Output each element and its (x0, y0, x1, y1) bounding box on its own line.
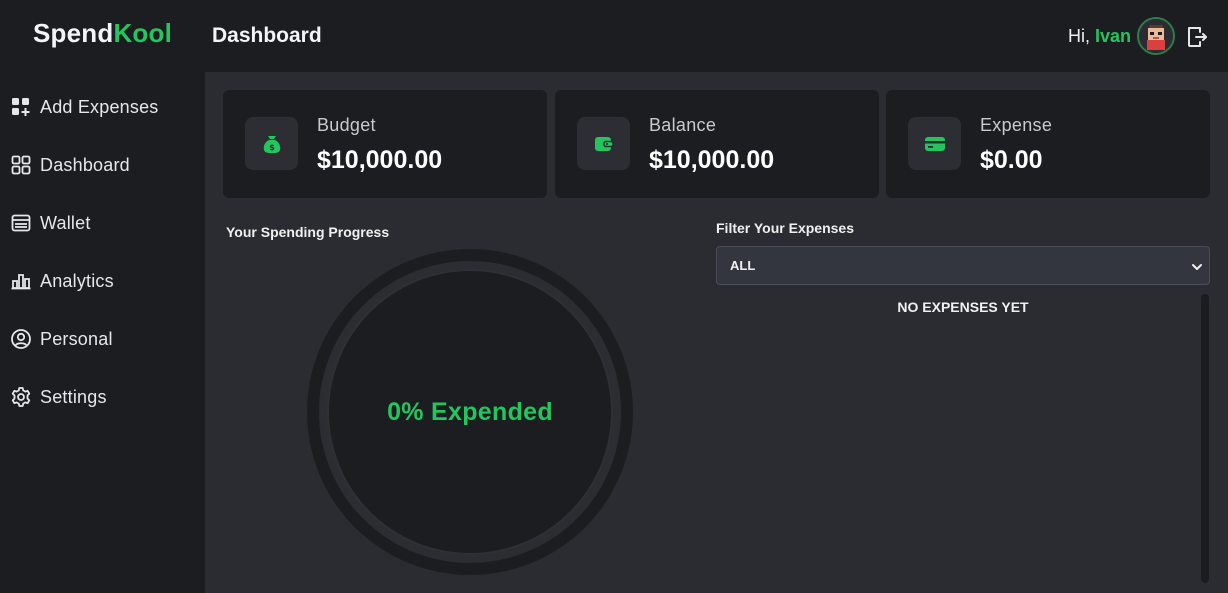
user-greeting: Hi, Ivan (1068, 26, 1131, 47)
sidebar-item-personal[interactable]: Personal (10, 324, 200, 354)
balance-card: Balance $10,000.00 (555, 90, 879, 198)
empty-expenses-message: NO EXPENSES YET (897, 299, 1029, 315)
gear-icon (10, 386, 32, 408)
sidebar: Add Expenses Dashboard Wallet Analytics … (0, 72, 205, 593)
spending-progress-title: Your Spending Progress (226, 224, 390, 240)
sidebar-item-label: Wallet (40, 212, 91, 233)
budget-label: Budget (317, 115, 376, 135)
logo-main-text: Spend (33, 18, 114, 48)
budget-value: $10,000.00 (317, 146, 443, 174)
sidebar-item-add-expenses[interactable]: Add Expenses (10, 92, 200, 122)
expense-label: Expense (980, 115, 1053, 135)
greeting-text: Hi, (1068, 26, 1095, 46)
sidebar-item-wallet[interactable]: Wallet (10, 208, 200, 238)
logo-accent-text: Kool (113, 18, 173, 48)
wallet-icon (10, 212, 32, 234)
expense-card: Expense $0.00 (886, 90, 1210, 198)
sidebar-item-analytics[interactable]: Analytics (10, 266, 200, 296)
sidebar-item-label: Analytics (40, 270, 114, 291)
filter-expenses-title: Filter Your Expenses (716, 220, 854, 236)
sidebar-item-dashboard[interactable]: Dashboard (10, 150, 200, 180)
balance-label: Balance (649, 115, 717, 135)
chevron-down-icon (1191, 260, 1203, 272)
expenses-scrollbar[interactable] (1201, 294, 1209, 583)
expense-value: $0.00 (980, 146, 1043, 174)
money-bag-icon: $ (245, 117, 298, 170)
user-name: Ivan (1095, 26, 1132, 46)
budget-card: $ Budget $10,000.00 (223, 90, 547, 198)
sidebar-item-label: Add Expenses (40, 96, 159, 117)
progress-center: 0% Expended (329, 271, 611, 553)
balance-value: $10,000.00 (649, 146, 775, 174)
spending-progress-ring: 0% Expended (307, 249, 633, 575)
sidebar-item-label: Dashboard (40, 154, 130, 175)
page-title: Dashboard (212, 24, 322, 47)
wallet-icon (577, 117, 630, 170)
grid-icon (10, 154, 32, 176)
app-logo[interactable]: SpendKool (33, 18, 172, 49)
add-grid-icon (10, 96, 32, 118)
credit-card-icon (908, 117, 961, 170)
progress-percent-text: 0% Expended (387, 397, 553, 426)
svg-text:$: $ (269, 143, 275, 152)
avatar-image (1139, 19, 1173, 53)
expense-filter-select[interactable]: ALL (716, 246, 1210, 285)
app-root: SpendKool Dashboard Hi, Ivan Add Expense… (0, 0, 1228, 593)
bar-chart-icon (10, 270, 32, 292)
sidebar-item-settings[interactable]: Settings (10, 382, 200, 412)
logout-icon[interactable] (1187, 26, 1207, 48)
user-icon (10, 328, 32, 350)
avatar[interactable] (1137, 17, 1175, 55)
top-header: SpendKool Dashboard Hi, Ivan (0, 0, 1228, 72)
main-content: $ Budget $10,000.00 Balance $10,000.00 E… (205, 72, 1228, 593)
sidebar-item-label: Settings (40, 386, 107, 407)
sidebar-item-label: Personal (40, 328, 113, 349)
filter-selected-value: ALL (730, 258, 756, 273)
